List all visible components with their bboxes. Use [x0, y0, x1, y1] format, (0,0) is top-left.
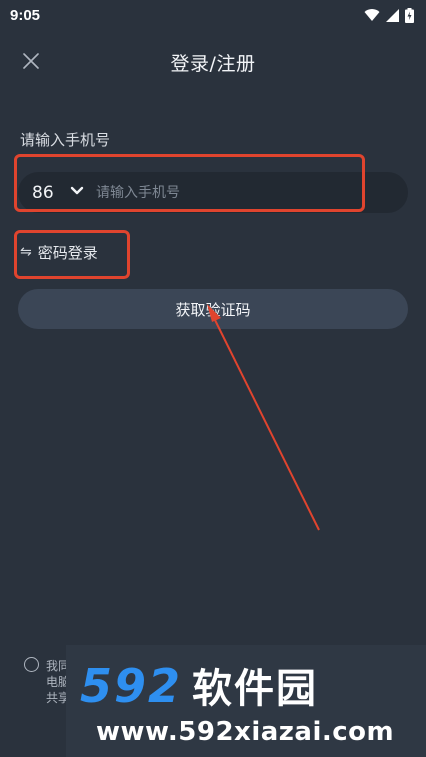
signal-icon — [386, 8, 399, 22]
watermark-title: 592 软件园 — [80, 663, 318, 709]
battery-charging-icon — [405, 7, 414, 23]
watermark-number: 592 — [80, 659, 183, 713]
watermark-url: www.592xiazai.com — [96, 717, 395, 747]
country-code[interactable]: 86 — [32, 183, 54, 203]
get-code-button[interactable]: 获取验证码 — [18, 289, 408, 329]
watermark-name: 软件园 — [192, 666, 319, 712]
watermark-logo: 592 软件园 www.592xiazai.com — [66, 645, 426, 757]
swap-arrows-icon: ⇋ — [20, 244, 32, 260]
phone-input-row: 86 — [18, 172, 408, 213]
get-code-label: 获取验证码 — [175, 300, 251, 319]
status-icons — [364, 7, 414, 23]
phone-number-input[interactable] — [96, 178, 396, 208]
status-bar: 9:05 — [0, 0, 426, 30]
header: 登录/注册 — [0, 40, 426, 82]
phone-field-label: 请输入手机号 — [20, 131, 111, 149]
page-title: 登录/注册 — [170, 53, 256, 75]
status-time: 9:05 — [10, 6, 41, 24]
agreement-checkbox[interactable] — [24, 657, 39, 672]
password-login-link[interactable]: ⇋ 密码登录 — [20, 240, 98, 264]
wifi-icon — [364, 9, 380, 21]
annotation-arrow — [207, 304, 320, 531]
chevron-down-icon[interactable] — [70, 186, 84, 196]
password-login-label: 密码登录 — [37, 243, 98, 262]
